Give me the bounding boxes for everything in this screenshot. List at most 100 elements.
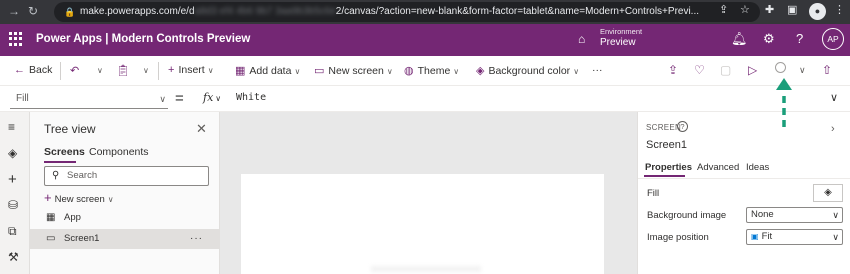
browser-menu-icon[interactable]: ⋮ xyxy=(834,3,845,16)
tab-components[interactable]: Components xyxy=(89,146,149,158)
background-image-dropdown[interactable]: None ∨ xyxy=(746,207,843,223)
environment-value[interactable]: Preview xyxy=(600,37,636,48)
undo-button[interactable]: ↶ xyxy=(70,64,83,77)
new-screen-button[interactable]: + New screen ∨ xyxy=(44,190,114,205)
theme-button[interactable]: ◍ Theme ∨ xyxy=(404,64,459,77)
browser-forward-icon[interactable]: → xyxy=(8,4,20,18)
tree-view-panel: Tree view ✕ Screens Components ⚲ Search … xyxy=(30,112,220,274)
paste-dropdown[interactable]: ∨ xyxy=(140,64,149,76)
app-header: Power Apps | Modern Controls Preview ⌂ E… xyxy=(0,24,850,56)
chevron-down-icon: ∨ xyxy=(207,66,214,75)
share-icon[interactable]: ⇪ xyxy=(719,3,728,16)
tab-screens[interactable]: Screens xyxy=(44,146,85,158)
media-icon[interactable]: ⧉ xyxy=(8,224,17,239)
active-tab-indicator xyxy=(44,161,76,163)
tab-properties[interactable]: Properties xyxy=(645,162,692,173)
publish-icon[interactable]: ⇧ xyxy=(822,63,832,77)
fx-button[interactable]: fx ∨ xyxy=(203,91,221,104)
app-checker-icon[interactable]: ♡ xyxy=(694,63,705,77)
undo-icon: ↶ xyxy=(70,65,80,77)
tree-node-screen1[interactable]: ▭ Screen1 ··· xyxy=(30,229,219,249)
lock-icon: 🔒 xyxy=(64,7,76,17)
left-rail: ≡ ◈ + ⛁ ⧉ ⚒ xyxy=(0,112,30,274)
annotation-arrowhead xyxy=(776,78,792,90)
sidepanel-icon[interactable]: ▣ xyxy=(787,3,797,16)
canvas-placeholder xyxy=(371,266,481,272)
screen-icon: ▭ xyxy=(314,65,325,77)
tree-view-title: Tree view xyxy=(44,122,96,136)
background-color-button[interactable]: ◈ Background color ∨ xyxy=(476,64,579,77)
comments-icon[interactable]: ▢ xyxy=(720,63,731,77)
chevron-down-icon: ∨ xyxy=(573,67,580,76)
help-icon[interactable]: ? xyxy=(677,121,688,132)
divider xyxy=(638,178,850,179)
image-position-label: Image position xyxy=(647,232,709,243)
chevron-down-icon: ∨ xyxy=(215,94,222,103)
divider xyxy=(60,62,61,80)
environment-icon[interactable]: ⌂ xyxy=(578,32,585,46)
insert-button[interactable]: + Insert ∨ xyxy=(168,64,214,76)
annotation-arrow xyxy=(776,78,792,128)
active-tab-indicator xyxy=(644,175,685,177)
database-icon: ▦ xyxy=(235,65,246,77)
screen-canvas[interactable] xyxy=(241,174,604,274)
chevron-down-icon: ∨ xyxy=(832,232,839,242)
preview-play-icon[interactable]: ▷ xyxy=(748,63,757,77)
command-bar: ← Back ↶ ∨ 📋︎ ∨ + Insert ∨ ▦ Add data ∨ ▭ New … xyxy=(0,56,850,86)
new-screen-button[interactable]: ▭ New screen ∨ xyxy=(314,64,393,77)
more-commands-button[interactable]: ··· xyxy=(592,64,603,76)
paste-button[interactable]: 📋︎ xyxy=(116,64,134,77)
divider xyxy=(158,62,159,80)
extensions-icon[interactable]: ✚ xyxy=(765,3,774,16)
environment-label: Environment xyxy=(600,27,643,36)
back-button[interactable]: ← Back xyxy=(14,64,52,76)
search-icon: ⚲ xyxy=(52,170,60,181)
undo-dropdown[interactable]: ∨ xyxy=(94,64,103,76)
hamburger-menu-icon[interactable]: ≡ xyxy=(8,120,15,134)
url-rest: 2/canvas/?action=new-blank&form-factor=t… xyxy=(335,6,700,17)
canvas-area xyxy=(220,112,637,274)
more-options-button[interactable]: ··· xyxy=(190,229,203,249)
plus-icon: + xyxy=(44,190,52,205)
notifications-bell-icon[interactable]: 🔔︎ xyxy=(731,31,748,47)
share-app-icon[interactable]: ⇪ xyxy=(668,63,678,77)
app-launcher-icon[interactable] xyxy=(9,32,23,46)
profile-icon[interactable]: ● xyxy=(809,3,826,20)
help-icon[interactable]: ? xyxy=(796,31,803,46)
chevron-down-icon: ∨ xyxy=(832,210,839,220)
image-position-dropdown[interactable]: ▣ Fit ∨ xyxy=(746,229,843,245)
save-dropdown-chevron-icon[interactable]: ∨ xyxy=(799,65,806,76)
formula-input[interactable]: White xyxy=(236,92,266,103)
control-type-label: SCREEN xyxy=(646,123,682,132)
palette-icon: ◍ xyxy=(404,65,414,77)
address-bar[interactable]: 🔒 make.powerapps.com/e/da8d3 ef4 4b6 9b7… xyxy=(54,2,760,22)
fill-color-picker[interactable]: ◈ xyxy=(813,184,843,202)
close-icon[interactable]: ✕ xyxy=(196,121,207,137)
browser-reload-icon[interactable]: ↻ xyxy=(28,4,38,18)
screen-name[interactable]: Screen1 xyxy=(646,139,687,151)
chevron-right-icon[interactable]: › xyxy=(831,123,835,135)
tab-ideas[interactable]: Ideas xyxy=(746,162,769,173)
data-cylinder-icon[interactable]: ⛁ xyxy=(8,198,18,212)
save-status-circle-icon[interactable] xyxy=(775,62,786,73)
add-data-button[interactable]: ▦ Add data ∨ xyxy=(235,64,300,77)
clipboard-icon: 📋︎ xyxy=(116,65,130,77)
tree-view-layers-icon[interactable]: ◈ xyxy=(8,146,17,160)
advanced-tools-icon[interactable]: ⚒ xyxy=(8,250,19,264)
bookmark-star-icon[interactable]: ☆ xyxy=(740,3,750,16)
search-input[interactable]: ⚲ Search xyxy=(44,166,209,186)
tree-node-app[interactable]: ▦ App xyxy=(30,208,219,228)
insert-plus-icon[interactable]: + xyxy=(8,171,17,188)
tab-advanced[interactable]: Advanced xyxy=(697,162,739,173)
formula-bar: Fill ∨ = fx ∨ White ∨ xyxy=(0,86,850,112)
chevron-down-icon: ∨ xyxy=(453,67,460,76)
property-selector[interactable]: Fill ∨ xyxy=(10,91,168,109)
settings-gear-icon[interactable]: ⚙ xyxy=(763,31,775,47)
screen-icon: ▭ xyxy=(46,233,56,244)
equals-sign: = xyxy=(175,90,184,107)
avatar[interactable]: AP xyxy=(822,28,844,50)
chevron-down-icon: ∨ xyxy=(386,67,393,76)
expand-formula-chevron-icon[interactable]: ∨ xyxy=(830,91,838,104)
chevron-down-icon: ∨ xyxy=(294,67,301,76)
app-grid-icon: ▦ xyxy=(46,212,56,223)
